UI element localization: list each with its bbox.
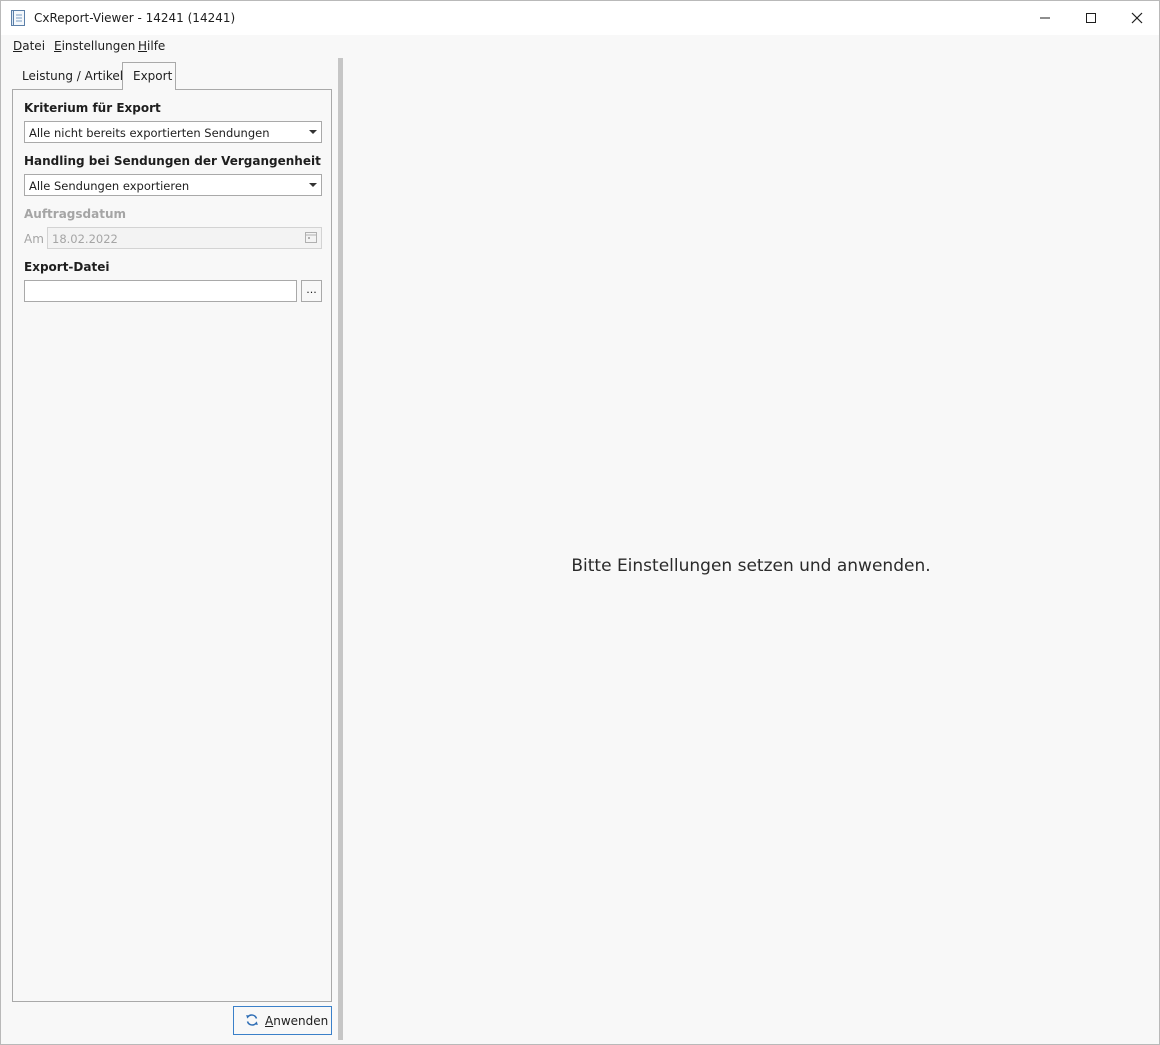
kriterium-label: Kriterium für Export <box>24 101 161 115</box>
kriterium-value: Alle nicht bereits exportierten Sendunge… <box>29 126 270 140</box>
chevron-down-icon <box>309 130 317 134</box>
date-value: 18.02.2022 <box>52 232 118 246</box>
chevron-down-icon <box>309 183 317 187</box>
menu-datei[interactable]: Datei <box>13 39 45 53</box>
tab-export[interactable]: Export <box>122 62 176 90</box>
refresh-icon <box>245 1013 259 1030</box>
minimize-button[interactable] <box>1022 1 1068 35</box>
menu-einstellungen[interactable]: Einstellungen <box>54 39 135 53</box>
apply-button[interactable]: Anwenden <box>233 1006 332 1035</box>
browse-button[interactable]: ... <box>301 280 322 302</box>
exportdatei-label: Export-Datei <box>24 260 110 274</box>
maximize-icon <box>1086 13 1096 23</box>
handling-select[interactable]: Alle Sendungen exportieren <box>24 174 322 196</box>
calendar-icon <box>305 231 318 247</box>
close-icon <box>1131 12 1143 24</box>
close-button[interactable] <box>1114 1 1160 35</box>
am-label: Am <box>24 232 44 246</box>
menu-bar: Datei Einstellungen Hilfe <box>1 35 1159 57</box>
menu-hilfe[interactable]: Hilfe <box>138 39 165 53</box>
auftragsdatum-label: Auftragsdatum <box>24 207 127 221</box>
apply-button-label: Anwenden <box>265 1014 329 1028</box>
title-bar[interactable]: CxReport-Viewer - 14241 (14241) <box>1 1 1159 35</box>
maximize-button[interactable] <box>1068 1 1114 35</box>
report-app-icon <box>11 10 25 26</box>
minimize-icon <box>1040 17 1050 19</box>
empty-state-hint: Bitte Einstellungen setzen und anwenden. <box>571 556 931 576</box>
kriterium-select[interactable]: Alle nicht bereits exportierten Sendunge… <box>24 121 322 143</box>
handling-label: Handling bei Sendungen der Vergangenheit <box>24 154 321 168</box>
report-view: Bitte Einstellungen setzen und anwenden. <box>343 58 1159 1040</box>
export-file-input[interactable] <box>24 280 297 302</box>
handling-value: Alle Sendungen exportieren <box>29 179 190 193</box>
settings-panel: Leistung / Artikel Export Kriterium für … <box>1 58 338 1045</box>
tab-leistung-artikel[interactable]: Leistung / Artikel <box>12 63 123 89</box>
app-window: CxReport-Viewer - 14241 (14241) Datei Ei… <box>0 0 1160 1045</box>
export-tab-content: Kriterium für Export Alle nicht bereits … <box>12 89 332 1002</box>
window-title: CxReport-Viewer - 14241 (14241) <box>34 11 236 25</box>
auftragsdatum-date-picker: 18.02.2022 <box>47 227 322 249</box>
